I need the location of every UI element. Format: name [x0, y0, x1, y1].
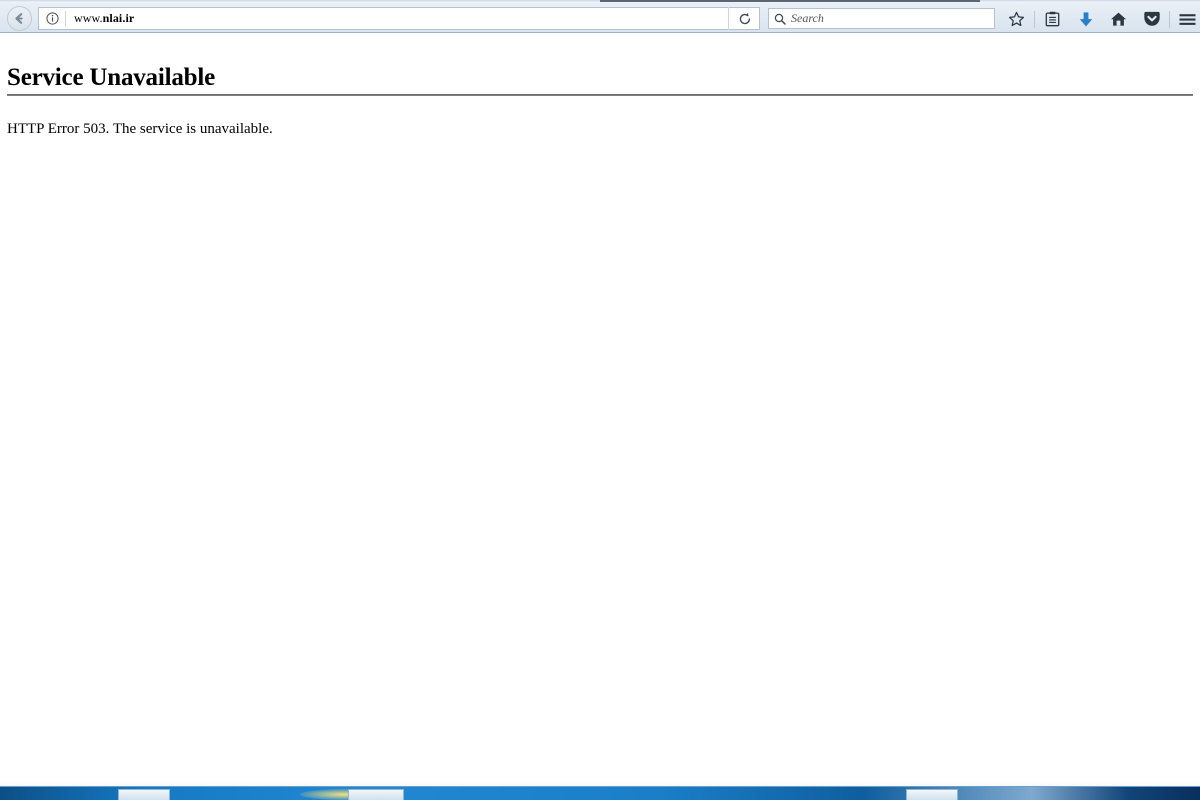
toolbar-icon-group	[1000, 6, 1200, 32]
url-text: www.nlai.ir	[66, 11, 759, 26]
reload-button[interactable]	[728, 7, 760, 30]
taskbar-item-2[interactable]	[348, 789, 404, 800]
browser-window: www.nlai.ir Search Service Unavailable H…	[0, 0, 1200, 800]
url-host: nlai.ir	[102, 11, 135, 25]
taskbar-item-3[interactable]	[906, 789, 958, 800]
info-circle-icon[interactable]	[39, 8, 65, 29]
search-placeholder: Search	[791, 11, 824, 25]
search-icon	[769, 13, 791, 25]
hamburger-menu-icon[interactable]	[1171, 6, 1200, 32]
tab-strip-divider	[600, 0, 980, 2]
library-icon[interactable]	[1036, 6, 1069, 32]
page-title: Service Unavailable	[7, 63, 215, 91]
taskbar-item-1[interactable]	[118, 789, 170, 800]
url-prefix: www.	[74, 11, 103, 25]
search-input[interactable]: Search	[768, 8, 995, 29]
error-message: HTTP Error 503. The service is unavailab…	[7, 121, 273, 137]
toolbar-separator	[1169, 10, 1170, 28]
navigation-toolbar: www.nlai.ir Search	[0, 3, 1200, 33]
url-bar[interactable]: www.nlai.ir	[38, 7, 760, 30]
back-button[interactable]	[7, 6, 32, 31]
bookmark-star-icon[interactable]	[1000, 6, 1033, 32]
pocket-icon[interactable]	[1135, 6, 1168, 32]
reload-icon	[739, 12, 750, 24]
os-taskbar[interactable]	[0, 786, 1200, 800]
download-arrow-icon[interactable]	[1069, 6, 1102, 32]
back-arrow-icon	[15, 13, 23, 24]
home-icon[interactable]	[1102, 6, 1135, 32]
horizontal-rule	[7, 94, 1193, 96]
toolbar-separator	[1034, 10, 1035, 28]
page-content: Service Unavailable HTTP Error 503. The …	[0, 34, 1200, 786]
